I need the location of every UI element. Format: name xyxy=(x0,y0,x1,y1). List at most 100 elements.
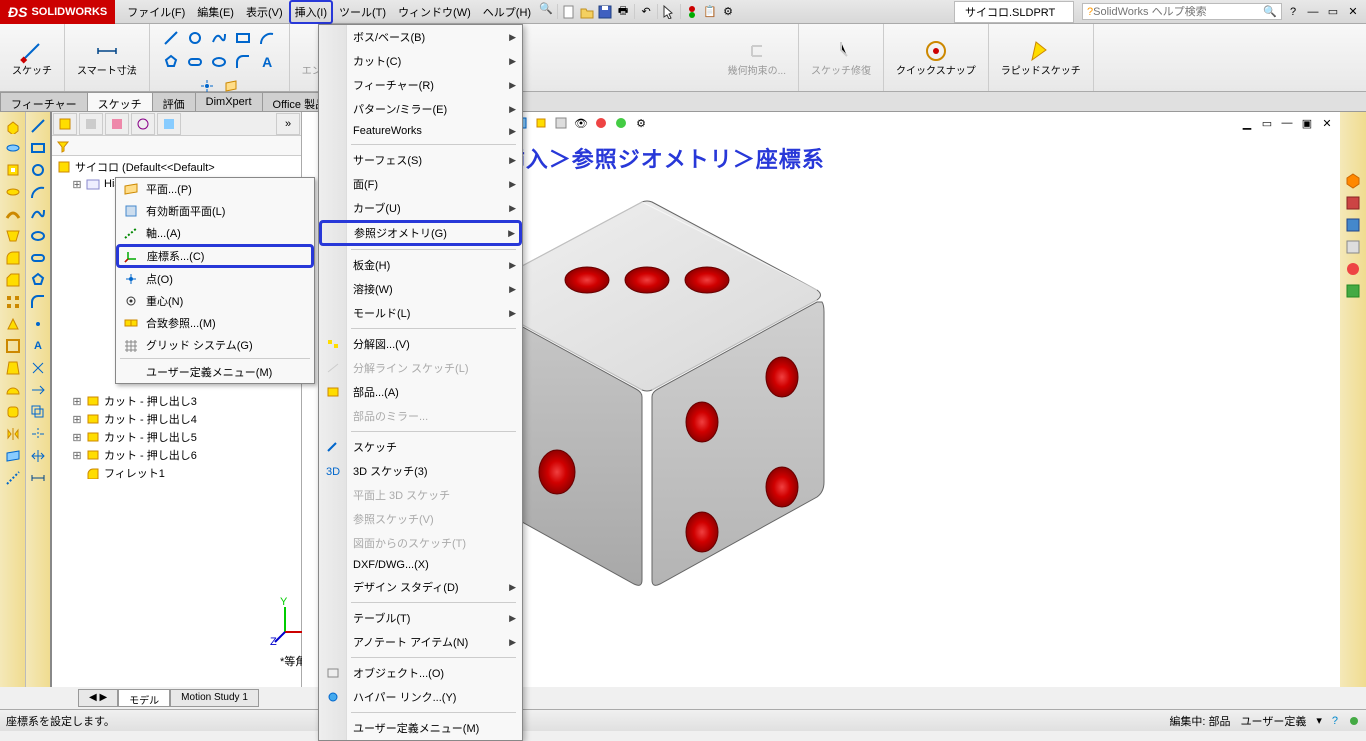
menu-view[interactable]: 表示(V) xyxy=(240,0,289,24)
submenu-grid-system[interactable]: グリッド システム(G) xyxy=(116,334,314,356)
tab-features[interactable]: フィーチャー xyxy=(0,92,88,111)
menu-file[interactable]: ファイル(F) xyxy=(121,0,191,24)
tree-item[interactable]: ⊞カット - 押し出し6 xyxy=(54,446,299,464)
sketch-move-icon[interactable] xyxy=(28,446,48,466)
insert-mold[interactable]: モールド(L)▶ xyxy=(319,301,522,325)
insert-3d-sketch[interactable]: 3D3D スケッチ(3) xyxy=(319,459,522,483)
save-icon[interactable] xyxy=(596,3,614,21)
status-dropdown-icon[interactable]: ▾ xyxy=(1316,714,1322,727)
help-search-input[interactable] xyxy=(1093,6,1263,18)
settings-icon[interactable]: ⚙ xyxy=(719,3,737,21)
tab-sketch[interactable]: スケッチ xyxy=(87,92,153,111)
sketch-point-icon[interactable] xyxy=(28,314,48,334)
search-go-icon[interactable]: 🔍 xyxy=(1263,5,1277,18)
options-icon[interactable]: 📋 xyxy=(701,3,719,21)
sketch-ellipse-icon[interactable] xyxy=(28,226,48,246)
fm-tab-dimxpert[interactable] xyxy=(131,113,155,135)
help-search[interactable]: ? 🔍 xyxy=(1082,3,1282,20)
insert-ref-geometry[interactable]: 参照ジオメトリ(G)▶ xyxy=(319,220,522,246)
feat-pattern-icon[interactable] xyxy=(3,292,23,312)
fm-tab-config[interactable] xyxy=(105,113,129,135)
insert-customize[interactable]: ユーザー定義メニュー(M) xyxy=(319,716,522,740)
taskpane-resources-icon[interactable] xyxy=(1344,172,1362,190)
text-tool[interactable]: A xyxy=(256,51,278,73)
doc-minimize-icon[interactable]: ▁ xyxy=(1238,114,1256,132)
print-icon[interactable]: 🖶 xyxy=(614,3,632,21)
insert-weldment[interactable]: 溶接(W)▶ xyxy=(319,277,522,301)
insert-object[interactable]: オブジェクト...(O) xyxy=(319,661,522,685)
doc-restore-icon[interactable]: ▭ xyxy=(1258,114,1276,132)
insert-features[interactable]: フィーチャー(R)▶ xyxy=(319,73,522,97)
submenu-plane[interactable]: 平面...(P) xyxy=(116,178,314,200)
tab-dimxpert[interactable]: DimXpert xyxy=(195,92,263,111)
minimize-icon[interactable]: — xyxy=(1304,3,1322,21)
display-style-icon[interactable] xyxy=(552,114,570,132)
maximize-icon[interactable]: ▭ xyxy=(1324,3,1342,21)
taskpane-library-icon[interactable] xyxy=(1344,194,1362,212)
sketch-extend-icon[interactable] xyxy=(28,380,48,400)
submenu-live-section[interactable]: 有効断面平面(L) xyxy=(116,200,314,222)
taskpane-explorer-icon[interactable] xyxy=(1344,216,1362,234)
sketch-polygon-icon[interactable] xyxy=(28,270,48,290)
circle-tool[interactable] xyxy=(184,27,206,49)
submenu-customize[interactable]: ユーザー定義メニュー(M) xyxy=(116,361,314,383)
status-record-icon[interactable] xyxy=(1348,715,1360,727)
help-icon[interactable]: ? xyxy=(1284,3,1302,21)
search-icon[interactable]: 🔍 xyxy=(537,0,555,18)
submenu-point[interactable]: 点(O) xyxy=(116,268,314,290)
bottom-tab-motion[interactable]: Motion Study 1 xyxy=(170,689,259,707)
fm-tab-feature[interactable] xyxy=(53,113,77,135)
sketch-button[interactable]: スケッチ xyxy=(8,36,56,79)
feat-revolve-cut-icon[interactable] xyxy=(3,182,23,202)
ellipse-tool[interactable] xyxy=(208,51,230,73)
menu-help[interactable]: ヘルプ(H) xyxy=(477,0,537,24)
sketch-trim-icon[interactable] xyxy=(28,358,48,378)
menu-window[interactable]: ウィンドウ(W) xyxy=(392,0,477,24)
sketch-slot-icon[interactable] xyxy=(28,248,48,268)
close-icon[interactable]: ✕ xyxy=(1344,3,1362,21)
insert-boss[interactable]: ボス/ベース(B)▶ xyxy=(319,25,522,49)
spline-tool[interactable] xyxy=(208,27,230,49)
arc-tool[interactable] xyxy=(256,27,278,49)
tree-root[interactable]: サイコロ (Default<<Default> xyxy=(54,158,299,176)
sketch-fillet-icon[interactable] xyxy=(28,292,48,312)
insert-hyperlink[interactable]: ハイパー リンク...(Y) xyxy=(319,685,522,709)
sketch-text-icon[interactable]: A xyxy=(28,336,48,356)
bottom-tab-arrows[interactable]: ◀ ▶ xyxy=(78,689,118,707)
tree-item[interactable]: ⊞カット - 押し出し5 xyxy=(54,428,299,446)
new-icon[interactable] xyxy=(560,3,578,21)
rebuild-icon[interactable] xyxy=(683,3,701,21)
insert-sheet-metal[interactable]: 板金(H)▶ xyxy=(319,253,522,277)
feat-mirror-icon[interactable] xyxy=(3,424,23,444)
sketch-spline-icon[interactable] xyxy=(28,204,48,224)
line-tool[interactable] xyxy=(160,27,182,49)
insert-pattern[interactable]: パターン/ミラー(E)▶ xyxy=(319,97,522,121)
menu-edit[interactable]: 編集(E) xyxy=(191,0,240,24)
ref-axis-icon[interactable] xyxy=(3,468,23,488)
feat-extrude-icon[interactable] xyxy=(3,116,23,136)
view-settings-icon[interactable]: ⚙ xyxy=(632,114,650,132)
fm-tab-display[interactable] xyxy=(157,113,181,135)
insert-face[interactable]: 面(F)▶ xyxy=(319,172,522,196)
view-orient-icon[interactable] xyxy=(532,114,550,132)
appearance-icon[interactable] xyxy=(592,114,610,132)
tab-evaluate[interactable]: 評価 xyxy=(152,92,196,111)
submenu-coordinate-system[interactable]: 座標系...(C) xyxy=(116,244,314,268)
insert-annotation[interactable]: アノテート アイテム(N)▶ xyxy=(319,630,522,654)
insert-surface[interactable]: サーフェス(S)▶ xyxy=(319,148,522,172)
fm-tab-more[interactable]: » xyxy=(276,113,300,135)
sketch-mirror-icon[interactable] xyxy=(28,424,48,444)
insert-featureworks[interactable]: FeatureWorks▶ xyxy=(319,121,522,141)
insert-curve[interactable]: カーブ(U)▶ xyxy=(319,196,522,220)
feat-dome-icon[interactable] xyxy=(3,380,23,400)
undo-icon[interactable]: ↶ xyxy=(637,3,655,21)
insert-exploded[interactable]: 分解図...(V) xyxy=(319,332,522,356)
feat-revolve-icon[interactable] xyxy=(3,138,23,158)
status-custom[interactable]: ユーザー定義 xyxy=(1241,713,1307,729)
feat-wrap-icon[interactable] xyxy=(3,402,23,422)
submenu-axis[interactable]: 軸...(A) xyxy=(116,222,314,244)
feat-fillet-icon[interactable] xyxy=(3,248,23,268)
fm-filter-bar[interactable] xyxy=(52,136,301,156)
smart-dimension-button[interactable]: スマート寸法 xyxy=(73,36,141,79)
insert-part[interactable]: 部品...(A) xyxy=(319,380,522,404)
